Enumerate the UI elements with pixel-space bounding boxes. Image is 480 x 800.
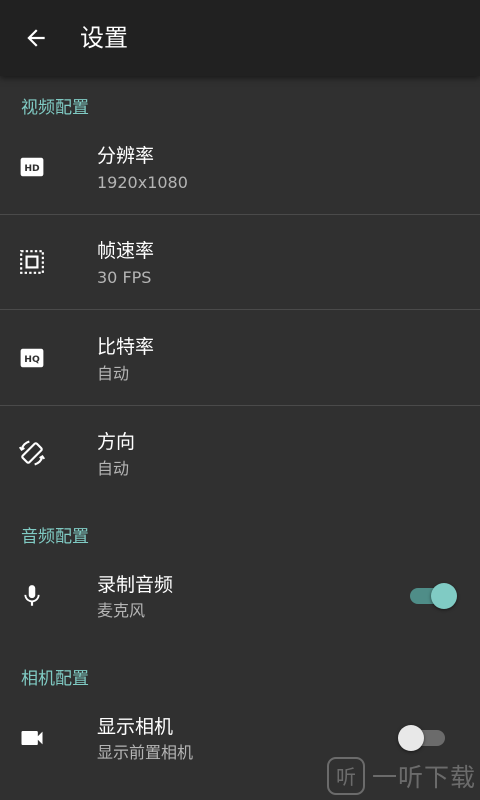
mic-icon	[16, 580, 48, 612]
watermark: 听 一听下载	[326, 754, 476, 798]
setting-value: 1920x1080	[97, 173, 188, 192]
arrow-back-icon	[27, 29, 45, 47]
watermark-text: 一听下载	[371, 763, 476, 792]
setting-title: 显示相机	[97, 716, 174, 738]
toggle-knob	[398, 725, 424, 751]
hd-icon: HD	[16, 151, 48, 183]
toggle-knob	[431, 583, 457, 609]
show-camera-toggle[interactable]	[398, 725, 445, 751]
setting-title: 分辨率	[97, 145, 155, 167]
setting-title: 录制音频	[97, 574, 174, 596]
videocam-icon	[16, 722, 48, 754]
section-header-camera: 相机配置	[21, 669, 89, 689]
watermark-logo: 听	[326, 757, 365, 795]
section-header-video: 视频配置	[21, 98, 89, 118]
frame-icon	[16, 246, 48, 278]
setting-record-audio[interactable]: 录制音频 麦克风	[0, 548, 480, 643]
setting-framerate[interactable]: 帧速率 30 FPS	[0, 215, 480, 310]
setting-title: 方向	[97, 431, 136, 453]
setting-title: 比特率	[97, 336, 155, 358]
record-audio-toggle[interactable]	[410, 583, 457, 609]
svg-text:HD: HD	[24, 163, 40, 174]
section-header-audio: 音频配置	[21, 527, 89, 547]
setting-resolution[interactable]: HD 分辨率 1920x1080	[0, 120, 480, 215]
setting-title: 帧速率	[97, 240, 155, 262]
hq-icon: HQ	[16, 342, 48, 374]
svg-text:HQ: HQ	[24, 354, 40, 365]
setting-value: 显示前置相机	[97, 743, 194, 762]
setting-value: 自动	[97, 364, 130, 383]
setting-value: 麦克风	[97, 601, 146, 620]
page-title: 设置	[80, 24, 128, 52]
rotate-icon	[16, 437, 48, 469]
svg-text:听: 听	[336, 765, 356, 789]
setting-value: 自动	[97, 459, 130, 478]
setting-orientation[interactable]: 方向 自动	[0, 406, 480, 501]
back-button[interactable]	[18, 20, 54, 56]
setting-bitrate[interactable]: HQ 比特率 自动	[0, 311, 480, 406]
setting-value: 30 FPS	[97, 268, 152, 287]
app-bar: 设置	[0, 0, 480, 76]
